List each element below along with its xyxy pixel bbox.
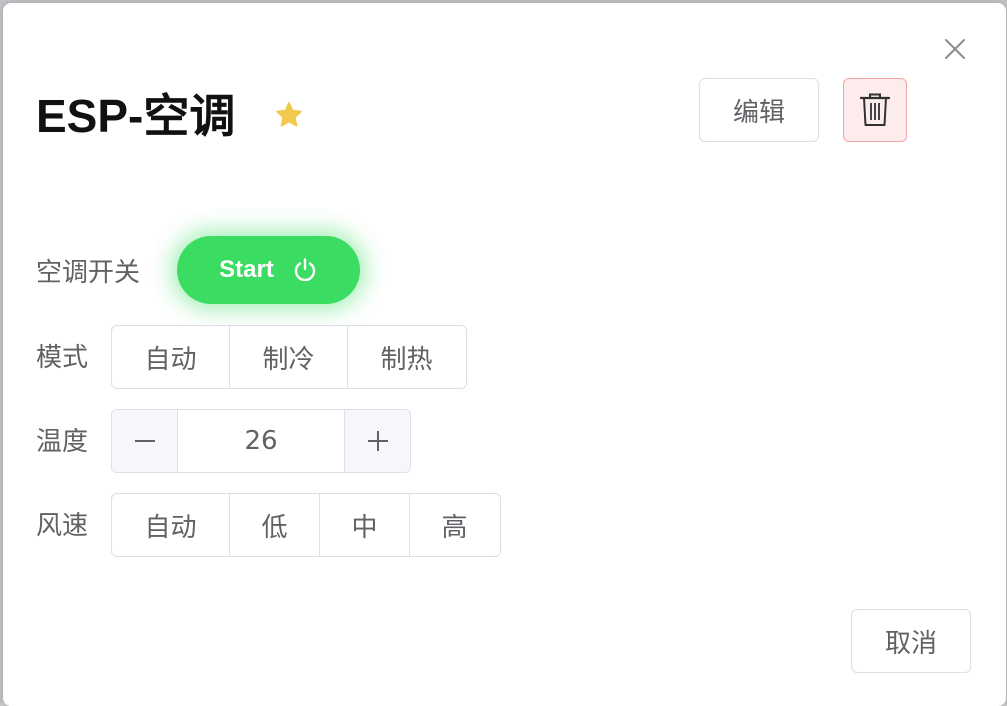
fan-option-high[interactable]: 高 (410, 494, 499, 556)
power-icon (294, 258, 316, 282)
mode-label: 模式 (36, 343, 89, 373)
close-icon (945, 39, 965, 59)
mode-option-heat[interactable]: 制热 (348, 326, 465, 388)
fan-speed-selector: 自动 低 中 高 (111, 493, 501, 557)
fan-option-auto[interactable]: 自动 (112, 494, 230, 556)
dialog-title: ESP-空调 (36, 90, 236, 142)
plus-icon (367, 431, 388, 451)
temperature-value[interactable]: 26 (178, 410, 344, 472)
start-button-label: Start (219, 256, 274, 283)
mode-option-auto[interactable]: 自动 (112, 326, 230, 388)
close-button[interactable] (940, 34, 970, 64)
start-button[interactable]: Start (177, 236, 360, 304)
temperature-stepper: 26 (111, 409, 411, 473)
power-label: 空调开关 (36, 258, 141, 288)
fan-option-medium[interactable]: 中 (320, 494, 410, 556)
trash-icon (859, 93, 891, 126)
temperature-label: 温度 (36, 427, 89, 457)
mode-selector: 自动 制冷 制热 (111, 325, 467, 389)
increase-button[interactable] (344, 410, 410, 472)
edit-button[interactable]: 编辑 (699, 78, 819, 142)
fan-speed-label: 风速 (36, 511, 89, 541)
decrease-button[interactable] (112, 410, 178, 472)
cancel-button[interactable]: 取消 (851, 609, 971, 673)
fan-option-low[interactable]: 低 (230, 494, 320, 556)
device-dialog: ESP-空调 编辑 空调开关 Start 模式 自动 制冷 制热 温度 26 风… (3, 3, 1006, 706)
delete-button[interactable] (843, 78, 907, 142)
star-icon[interactable] (274, 100, 304, 130)
minus-icon (134, 440, 155, 442)
mode-option-cool[interactable]: 制冷 (230, 326, 348, 388)
